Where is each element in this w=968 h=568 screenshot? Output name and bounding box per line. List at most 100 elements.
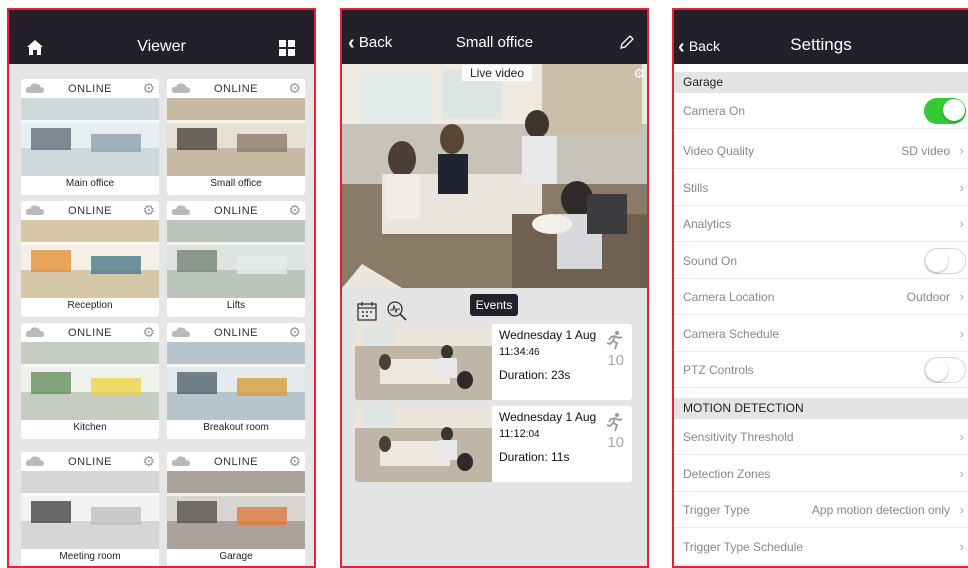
setting-row-trigger-type[interactable]: Trigger Type App motion detection only ›	[674, 492, 968, 528]
event-thumbnail	[355, 324, 492, 400]
setting-label: Camera On	[683, 104, 746, 118]
setting-label: Stills	[683, 181, 709, 195]
online-status: ONLINE	[68, 456, 112, 468]
setting-row-video-quality[interactable]: Video Quality SD video ›	[674, 133, 968, 169]
toggle-switch[interactable]	[924, 357, 966, 383]
events-tab[interactable]: Events	[470, 294, 518, 316]
chevron-right-icon: ›	[959, 502, 964, 517]
camera-card[interactable]: ONLINE ⚙ Reception	[21, 201, 159, 317]
online-status: ONLINE	[214, 205, 258, 217]
event-time-seconds: :04	[525, 429, 540, 440]
viewer-screen: Viewer ONLINE ⚙ Main office ONLINE ⚙ Small of…	[7, 8, 316, 568]
gear-icon[interactable]: ⚙	[633, 66, 645, 82]
setting-label: Trigger Type	[683, 503, 750, 517]
event-date: Wednesday 1 Aug	[499, 410, 597, 424]
event-time-main: 11:34	[499, 346, 526, 358]
camera-thumbnail[interactable]	[21, 342, 159, 420]
online-status: ONLINE	[214, 327, 258, 339]
camera-thumbnail[interactable]	[167, 471, 305, 549]
camera-card-header: ONLINE ⚙	[167, 452, 305, 471]
setting-label: Camera Location	[683, 290, 775, 304]
motion-count: 10	[607, 352, 624, 369]
calendar-icon[interactable]	[356, 300, 378, 322]
search-activity-icon[interactable]	[386, 300, 408, 322]
event-time: 11:34:46	[499, 346, 540, 358]
event-time-main: 11:12	[499, 428, 526, 440]
camera-card[interactable]: ONLINE ⚙ Breakout room	[167, 323, 305, 439]
setting-row-ptz-controls[interactable]: PTZ Controls	[674, 352, 968, 388]
camera-card[interactable]: ONLINE ⚙ Meeting room	[21, 452, 159, 566]
event-card[interactable]: Wednesday 1 Aug 11:12:04 Duration: 11s 10	[355, 406, 632, 482]
gear-icon[interactable]: ⚙	[288, 453, 301, 470]
event-time-seconds: :46	[525, 347, 540, 358]
setting-row-stills[interactable]: Stills ›	[674, 170, 968, 206]
toggle-knob	[943, 99, 965, 121]
setting-row-detection-zones[interactable]: Detection Zones ›	[674, 456, 968, 492]
camera-thumbnail[interactable]	[21, 471, 159, 549]
camera-card[interactable]: ONLINE ⚙ Small office	[167, 79, 305, 195]
setting-row-trigger-type-schedule[interactable]: Trigger Type Schedule ›	[674, 529, 968, 565]
viewer-navbar: Viewer	[9, 10, 314, 64]
online-status: ONLINE	[68, 205, 112, 217]
settings-title: Settings	[790, 35, 852, 54]
event-thumbnail	[355, 406, 492, 482]
gear-icon[interactable]: ⚙	[288, 202, 301, 219]
setting-row-camera-location[interactable]: Camera Location Outdoor ›	[674, 279, 968, 315]
setting-row-camera-on[interactable]: Camera On	[674, 93, 968, 129]
camera-thumbnail[interactable]	[167, 220, 305, 298]
chevron-right-icon: ›	[959, 429, 964, 444]
setting-label: Camera Schedule	[683, 327, 780, 341]
toggle-switch[interactable]	[924, 98, 966, 124]
camera-name: Kitchen	[73, 422, 107, 433]
camera-card[interactable]: ONLINE ⚙ Main office	[21, 79, 159, 195]
edit-icon[interactable]	[619, 34, 635, 54]
camera-name: Lifts	[226, 300, 246, 311]
grid-view-icon[interactable]	[279, 40, 295, 60]
gear-icon[interactable]: ⚙	[142, 324, 155, 341]
camera-thumbnail[interactable]	[167, 98, 305, 176]
setting-row-analytics[interactable]: Analytics ›	[674, 206, 968, 242]
gear-icon[interactable]: ⚙	[142, 202, 155, 219]
camera-thumbnail[interactable]	[21, 98, 159, 176]
event-duration: Duration: 11s	[499, 450, 570, 464]
setting-label: Sound On	[683, 254, 738, 268]
setting-value: SD video	[901, 144, 950, 158]
camera-card-header: ONLINE ⚙	[21, 201, 159, 220]
event-card[interactable]: Wednesday 1 Aug 11:34:46 Duration: 23s 10	[355, 324, 632, 400]
online-status: ONLINE	[214, 456, 258, 468]
detail-title: Small office	[455, 34, 534, 51]
setting-value: Outdoor	[906, 290, 950, 304]
setting-value: App motion detection only	[811, 503, 950, 517]
camera-thumbnail[interactable]	[21, 220, 159, 298]
live-video-feed[interactable]: Live video ⚙	[342, 64, 647, 288]
camera-card[interactable]: ONLINE ⚙ Kitchen	[21, 323, 159, 439]
gear-icon[interactable]: ⚙	[142, 453, 155, 470]
toggle-switch[interactable]	[924, 248, 966, 274]
chevron-right-icon: ›	[959, 216, 964, 231]
camera-card-header: ONLINE ⚙	[21, 452, 159, 471]
online-status: ONLINE	[68, 83, 112, 95]
chevron-right-icon: ›	[959, 289, 964, 304]
setting-label: PTZ Controls	[683, 363, 754, 377]
camera-card-header: ONLINE ⚙	[167, 79, 305, 98]
chevron-right-icon: ›	[959, 180, 964, 195]
setting-row-sensitivity-threshold[interactable]: Sensitivity Threshold ›	[674, 419, 968, 455]
camera-thumbnail[interactable]	[167, 342, 305, 420]
gear-icon[interactable]: ⚙	[142, 80, 155, 97]
camera-card[interactable]: ONLINE ⚙ Lifts	[167, 201, 305, 317]
gear-icon[interactable]: ⚙	[288, 324, 301, 341]
setting-label: Video Quality	[683, 144, 755, 158]
setting-label: Sensitivity Threshold	[683, 430, 794, 444]
camera-name: Meeting room	[59, 551, 121, 562]
office-scene-image	[342, 64, 647, 288]
camera-card[interactable]: ONLINE ⚙ Garage	[167, 452, 305, 566]
gear-icon[interactable]: ⚙	[288, 80, 301, 97]
chevron-right-icon: ›	[959, 466, 964, 481]
setting-row-camera-schedule[interactable]: Camera Schedule ›	[674, 316, 968, 352]
camera-card-header: ONLINE ⚙	[167, 201, 305, 220]
live-video-label: Live video	[462, 65, 532, 81]
online-status: ONLINE	[214, 83, 258, 95]
setting-row-sound-on[interactable]: Sound On	[674, 243, 968, 279]
chevron-right-icon: ›	[959, 539, 964, 554]
motion-runner-icon	[606, 331, 623, 350]
